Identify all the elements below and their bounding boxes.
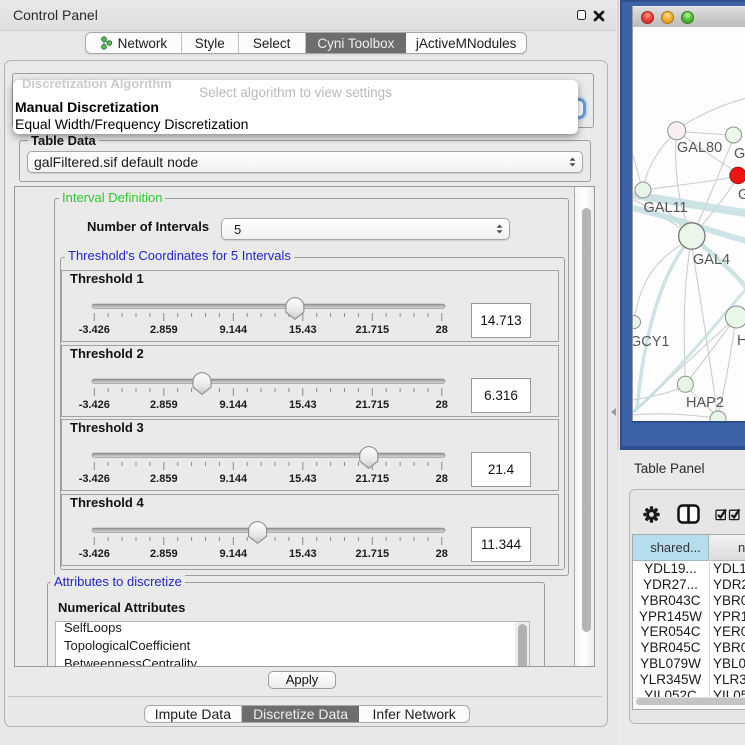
svg-text:2.859: 2.859 [150,324,178,336]
svg-text:GA: GA [734,146,745,162]
svg-text:28: 28 [436,399,448,411]
svg-text:15.43: 15.43 [289,473,317,485]
svg-text:9.144: 9.144 [220,473,248,485]
svg-text:2.859: 2.859 [150,473,178,485]
svg-text:HAP2: HAP2 [686,395,724,411]
svg-text:-3.426: -3.426 [79,473,110,485]
svg-text:15.43: 15.43 [289,399,317,411]
svg-text:9.144: 9.144 [220,548,248,560]
svg-text:9.144: 9.144 [220,324,248,336]
svg-text:9.144: 9.144 [220,399,248,411]
svg-text:28: 28 [436,473,448,485]
svg-text:15.43: 15.43 [289,548,317,560]
svg-text:GAL80: GAL80 [677,140,722,156]
svg-text:-3.426: -3.426 [79,548,110,560]
svg-text:21.715: 21.715 [355,473,389,485]
svg-text:2.859: 2.859 [150,548,178,560]
svg-text:G: G [738,187,745,203]
svg-text:-3.426: -3.426 [79,399,110,411]
svg-text:-3.426: -3.426 [79,324,110,336]
svg-text:H: H [737,333,745,349]
svg-text:21.715: 21.715 [355,548,389,560]
svg-text:2.859: 2.859 [150,399,178,411]
svg-text:GCY1: GCY1 [632,334,670,350]
svg-text:GAL11: GAL11 [644,200,688,216]
svg-text:15.43: 15.43 [289,324,317,336]
svg-text:28: 28 [436,324,448,336]
svg-text:21.715: 21.715 [355,324,389,336]
svg-text:28: 28 [436,548,448,560]
svg-text:GAL4: GAL4 [693,252,730,268]
svg-text:21.715: 21.715 [355,399,389,411]
